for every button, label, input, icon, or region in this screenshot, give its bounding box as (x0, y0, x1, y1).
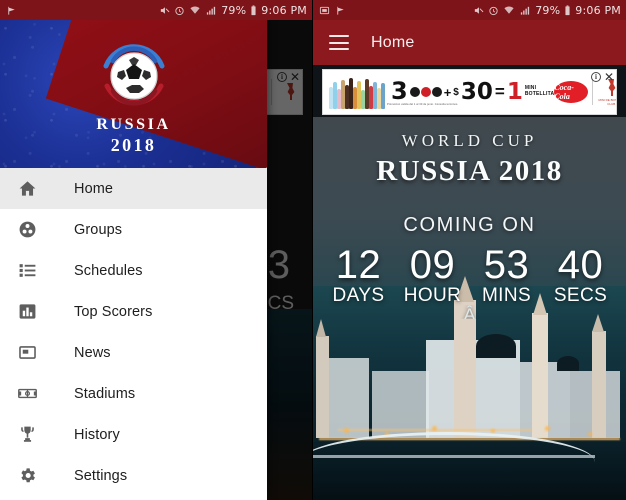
sidebar-label-settings: Settings (74, 467, 128, 484)
wifi-icon (190, 5, 200, 14)
right-screen-home: 3 + $ 30 = 1 MINI BOTELLITA Promocion va… (313, 0, 626, 500)
left-screen-drawer-open: 3 + $ 30 = 1 MINI BOTELLITA (0, 0, 313, 500)
ad-controls[interactable]: i ✕ (590, 71, 614, 83)
sidebar-item-history[interactable]: History (0, 414, 267, 455)
hero-text-block: WORLD CUP RUSSIA 2018 COMING ON 12 DAYS … (313, 117, 626, 319)
ad-badge-caption: MINI DE BOTELLA CLUB (598, 98, 617, 106)
countdown-days: 12 DAYS (325, 243, 393, 307)
sidebar-label-schedules: Schedules (74, 262, 143, 279)
sidebar-item-stadiums[interactable]: Stadiums (0, 373, 267, 414)
sidebar-label-history: History (74, 426, 120, 443)
countdown-days-value: 12 (335, 243, 382, 287)
groups-icon (18, 220, 44, 239)
drawer-header: RUSSIA 2018 (0, 20, 267, 168)
navigation-drawer: RUSSIA 2018 Home Groups Schedules Top Sc… (0, 20, 267, 500)
trophy-icon (18, 425, 44, 444)
status-bar-right: 79% 9:06 PM (313, 0, 626, 20)
list-icon (18, 261, 44, 280)
ad-info-icon[interactable]: i (590, 72, 601, 82)
bar-chart-icon (18, 302, 44, 321)
sidebar-item-schedules[interactable]: Schedules (0, 250, 267, 291)
home-content: 3 + $ 30 = 1 MINI BOTELLITA Promocion va… (313, 65, 626, 500)
countdown-minutes-value: 53 (483, 243, 530, 287)
coming-on-label: COMING ON (403, 214, 536, 236)
sidebar-label-home: Home (74, 180, 114, 197)
countdown-seconds: 40 SECS (547, 243, 615, 307)
sidebar-label-top-scorers: Top Scorers (74, 303, 153, 320)
sidebar-item-groups[interactable]: Groups (0, 209, 267, 250)
countdown-hours-unit: HOUR (403, 284, 462, 306)
sidebar-item-home[interactable]: Home (0, 168, 267, 209)
battery-icon (251, 4, 256, 15)
flag-icon (337, 5, 344, 15)
flag-icon (8, 5, 15, 15)
ad-bottlecaps-icon (409, 87, 442, 97)
signal-icon (207, 6, 216, 15)
sidebar-item-settings[interactable]: Settings (0, 455, 267, 496)
wifi-icon (504, 5, 514, 14)
home-icon (18, 179, 44, 198)
countdown-seconds-unit: SECS (553, 284, 608, 306)
status-bar-left: 79% 9:06 PM (0, 0, 312, 20)
signal-icon (521, 6, 530, 15)
sidebar-label-stadiums: Stadiums (74, 385, 136, 402)
ad-banner[interactable]: 3 + $ 30 = 1 MINI BOTELLITA Promocion va… (322, 69, 617, 115)
hamburger-menu-icon[interactable] (329, 35, 349, 50)
ad-legal-text: Promocion valida del 1 al 30 de junio. C… (387, 103, 459, 106)
mute-icon (475, 6, 484, 14)
countdown-seconds-value: 40 (557, 243, 604, 287)
screenshot-icon (319, 6, 330, 14)
countdown-minutes: 53 MINS (473, 243, 541, 307)
drawer-menu-list: Home Groups Schedules Top Scorers News S… (0, 168, 267, 496)
ad-plus-sign: + (443, 84, 452, 100)
clock-time: 9:06 PM (261, 3, 307, 17)
ad-quantity: 3 (391, 77, 408, 106)
alarm-icon (489, 6, 498, 15)
mute-icon (161, 6, 170, 14)
world-cup-logo-icon (88, 30, 180, 122)
page-title: Home (371, 33, 415, 51)
ad-result-label: MINI BOTELLITA (524, 85, 555, 97)
hero-countdown-section: WORLD CUP RUSSIA 2018 COMING ON 12 DAYS … (313, 117, 626, 500)
stadium-icon (18, 384, 44, 403)
countdown-timer: 12 DAYS 09 HOUR 53 MINS 40 SECS (313, 243, 626, 307)
news-icon (18, 343, 44, 362)
drawer-title-year: 2018 (110, 135, 157, 155)
app-bar: Home (313, 20, 626, 65)
dual-screenshot-container: 3 + $ 30 = 1 MINI BOTELLITA (0, 0, 626, 500)
ad-offer: 3 + $ 30 = 1 MINI BOTELLITA (391, 77, 555, 106)
sidebar-label-groups: Groups (74, 221, 123, 238)
coca-cola-logo: Coca-Cola (554, 81, 589, 103)
countdown-hours: 09 HOUR (399, 243, 467, 307)
ad-equals-sign: = (494, 82, 505, 101)
battery-icon (565, 4, 570, 15)
ad-result-quantity: 1 (506, 78, 523, 105)
sidebar-item-top-scorers[interactable]: Top Scorers (0, 291, 267, 332)
battery-percent: 79% (535, 3, 561, 17)
countdown-days-unit: DAYS (332, 284, 385, 306)
ad-close-icon[interactable]: ✕ (604, 71, 614, 83)
countdown-minutes-unit: MINS (481, 284, 532, 306)
clock-time: 9:06 PM (575, 3, 621, 17)
bridge (313, 432, 595, 462)
ad-bottles-illustration (329, 75, 385, 109)
sidebar-label-news: News (74, 344, 111, 361)
countdown-partial-below: Â (463, 304, 476, 319)
alarm-icon (175, 6, 184, 15)
gear-icon (18, 466, 44, 485)
ad-price: 30 (460, 78, 493, 105)
hero-title: RUSSIA 2018 (376, 155, 563, 187)
countdown-hours-value: 09 (409, 243, 456, 287)
world-cup-label: WORLD CUP (401, 131, 538, 150)
ad-currency: $ (453, 86, 459, 98)
sidebar-item-news[interactable]: News (0, 332, 267, 373)
battery-percent: 79% (221, 3, 247, 17)
